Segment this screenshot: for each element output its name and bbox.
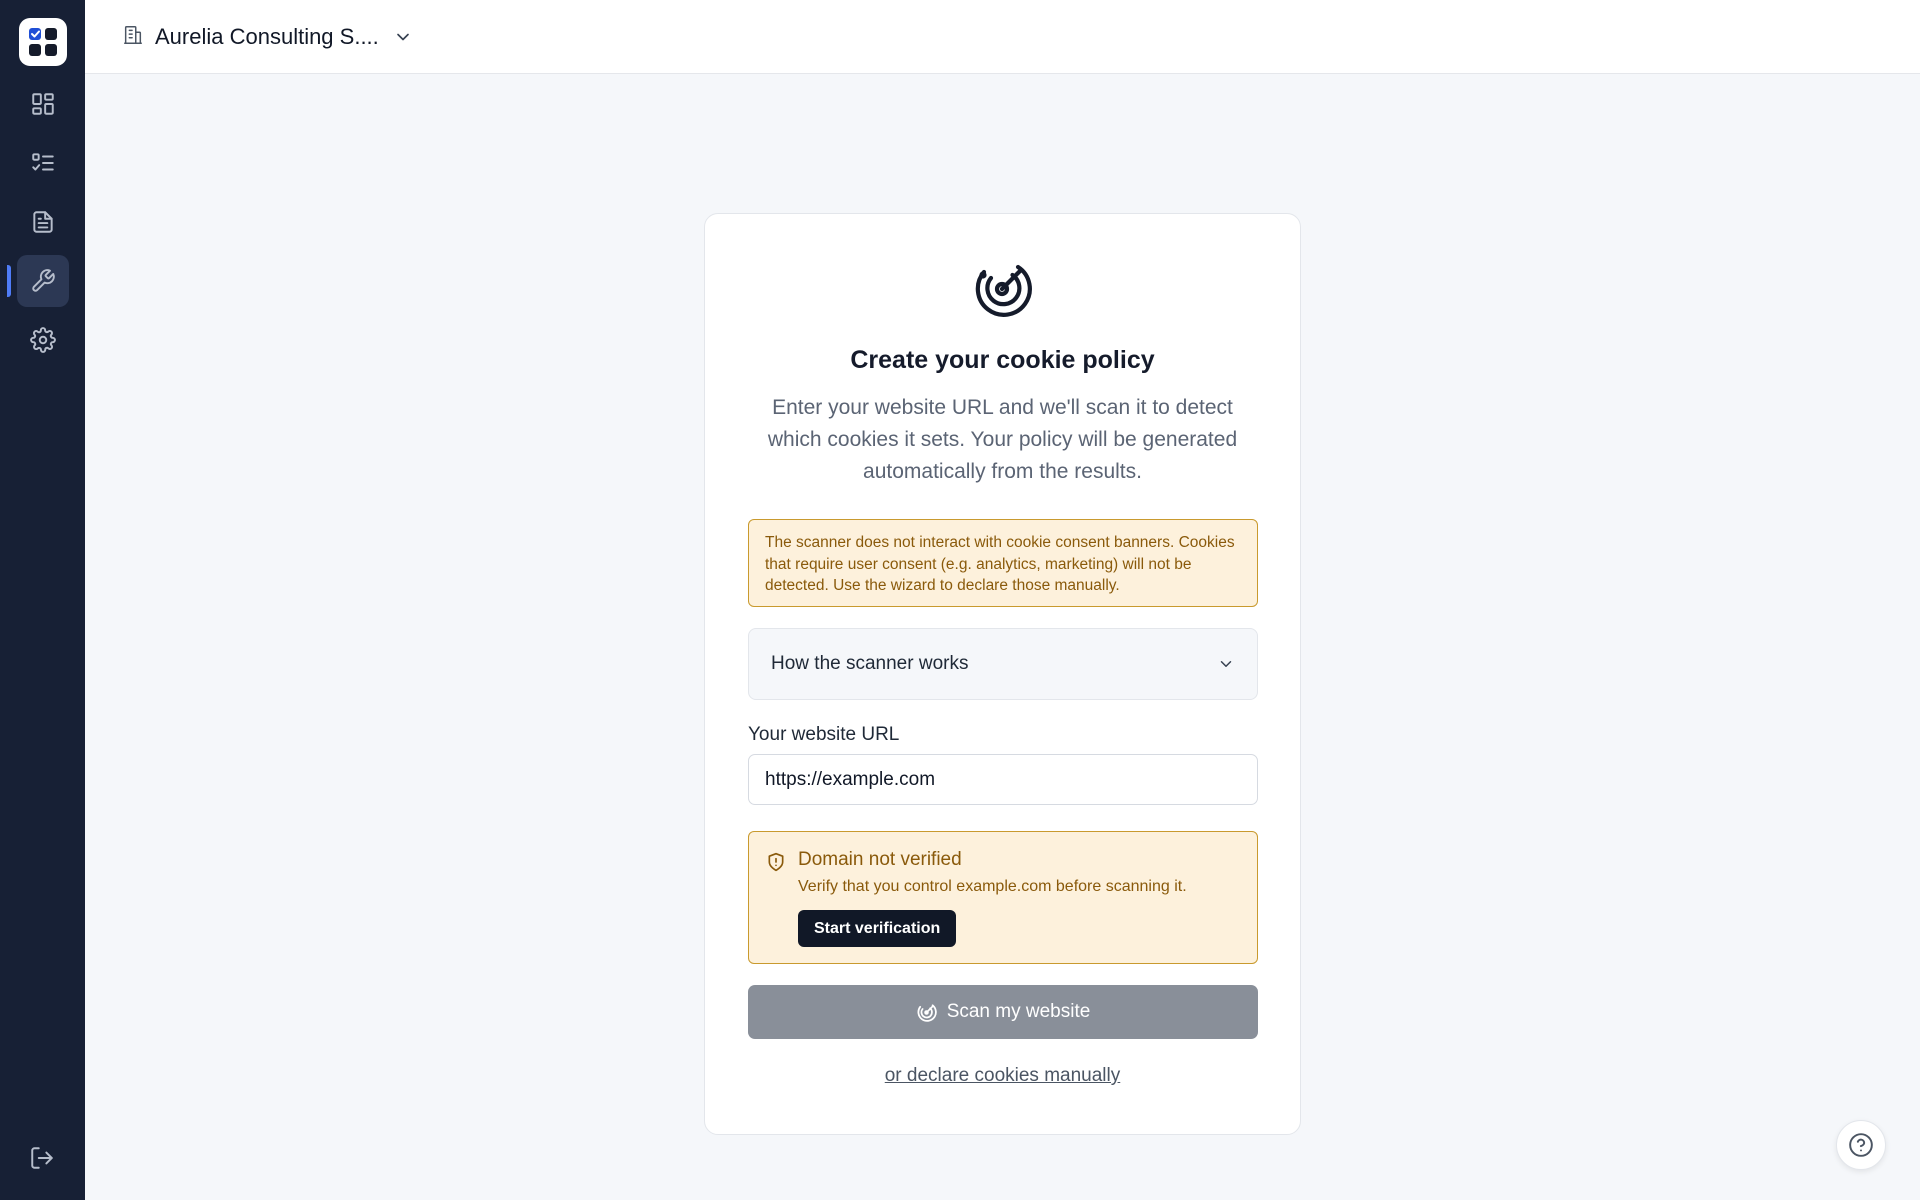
logout-icon	[31, 1147, 53, 1169]
website-url-input[interactable]	[748, 754, 1258, 805]
sidebar-item-tasks[interactable]	[17, 137, 69, 189]
domain-alert-title: Domain not verified	[798, 849, 962, 870]
app-logo-icon[interactable]	[18, 18, 67, 66]
cookie-policy-card: Create your cookie policy Enter your web…	[704, 213, 1301, 1135]
dashboard-grid-icon	[31, 93, 54, 115]
accordion-label: How the scanner works	[771, 653, 969, 674]
scanner-warning: The scanner does not interact with cooki…	[748, 519, 1258, 607]
sidebar-item-tools[interactable]	[6, 255, 69, 307]
page-subtitle: Enter your website URL and we'll scan it…	[767, 396, 1238, 483]
organization-name[interactable]: Aurelia Consulting S....	[155, 24, 379, 50]
start-verification-button[interactable]: Start verification	[798, 910, 957, 947]
document-icon	[32, 211, 53, 233]
shield-alert-icon	[766, 852, 786, 876]
gear-icon	[29, 327, 56, 353]
logout-button[interactable]	[16, 1132, 68, 1184]
sidebar-item-dashboard[interactable]	[17, 78, 69, 130]
help-button[interactable]	[1836, 1120, 1886, 1170]
sidebar	[0, 0, 85, 1200]
radar-icon	[917, 1003, 937, 1022]
top-bar: Aurelia Consulting S....	[85, 0, 1920, 74]
sidebar-nav	[6, 78, 69, 366]
chevron-down-icon[interactable]	[393, 27, 413, 47]
url-field-label: Your website URL	[748, 724, 900, 745]
domain-not-verified-alert: Domain not verified Verify that you cont…	[748, 831, 1258, 964]
sidebar-item-settings[interactable]	[17, 314, 69, 366]
declare-manually-link[interactable]: or declare cookies manually	[705, 1065, 1300, 1087]
sidebar-item-documents[interactable]	[17, 196, 69, 248]
how-scanner-works-accordion[interactable]: How the scanner works	[748, 628, 1258, 700]
radar-icon	[972, 258, 1034, 320]
chevron-down-icon	[1220, 661, 1232, 667]
scan-website-button[interactable]: Scan my website	[748, 985, 1258, 1039]
scan-button-label: Scan my website	[946, 1001, 1091, 1022]
page-title: Create your cookie policy	[850, 346, 1155, 374]
building-icon	[122, 24, 144, 50]
wrench-icon	[31, 269, 55, 292]
help-circle-icon	[1849, 1133, 1873, 1157]
checklist-icon	[31, 153, 54, 171]
domain-alert-description: Verify that you control example.com befo…	[798, 878, 1187, 895]
